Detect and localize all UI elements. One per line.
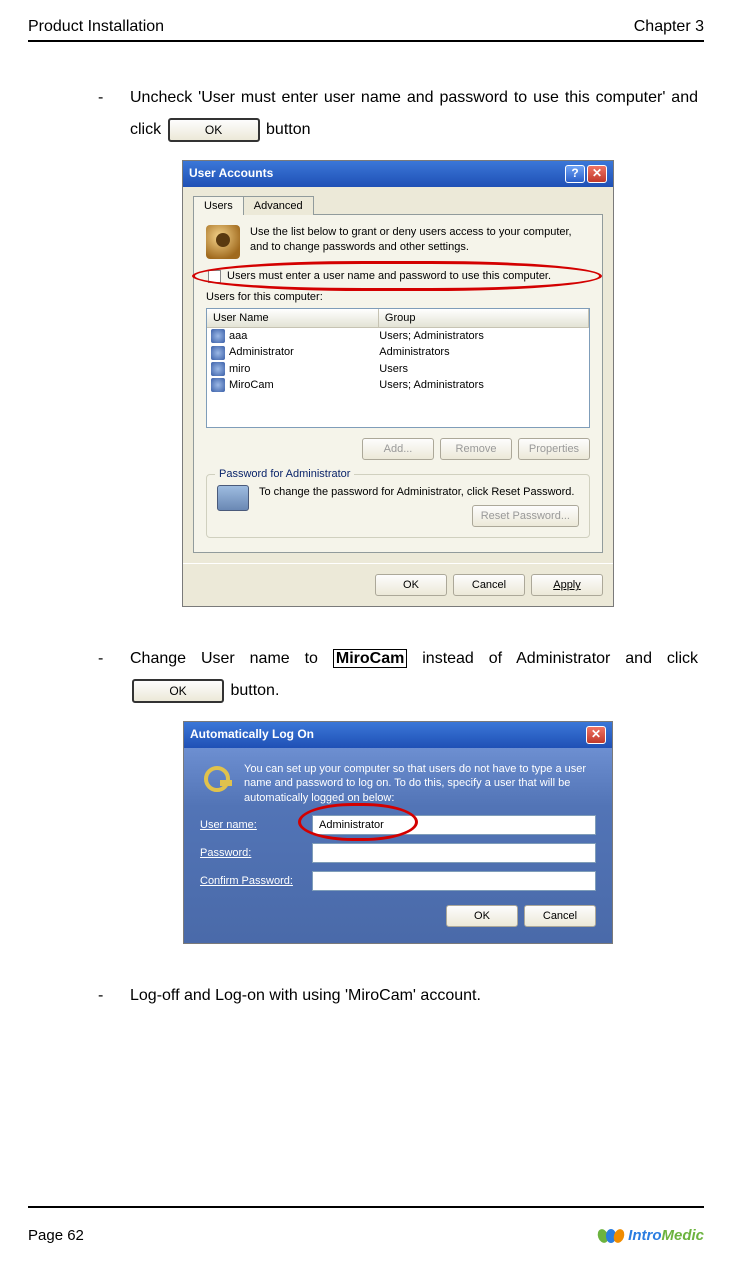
instruction-2-post: button.	[230, 682, 279, 699]
properties-button[interactable]: Properties	[518, 438, 590, 460]
instruction-3-text: Log-off and Log-on with using 'MiroCam' …	[130, 980, 698, 1012]
dialog-title: Automatically Log On	[190, 727, 314, 743]
instruction-2: - Change User name to MiroCam instead of…	[98, 643, 698, 707]
password-input[interactable]	[312, 843, 596, 863]
table-row[interactable]: aaa Users; Administrators	[207, 328, 589, 344]
user-icon	[211, 346, 225, 360]
ok-button[interactable]: OK	[375, 574, 447, 596]
checkbox-label: Users must enter a user name and passwor…	[227, 269, 551, 283]
instruction-2-mid: instead of Administrator and click	[422, 650, 698, 667]
tab-users[interactable]: Users	[193, 196, 244, 215]
instruction-1-post: button	[266, 121, 310, 138]
header-right: Chapter 3	[634, 18, 704, 36]
password-text: To change the password for Administrator…	[259, 485, 579, 499]
computer-icon	[217, 485, 249, 511]
ok-button-inline-1: OK	[168, 118, 260, 142]
key-icon	[200, 762, 234, 796]
list-caption: Users for this computer:	[206, 290, 590, 304]
ok-button[interactable]: OK	[446, 905, 518, 927]
intro-text: Use the list below to grant or deny user…	[250, 225, 590, 259]
confirm-password-input[interactable]	[312, 871, 596, 891]
instruction-1: - Uncheck 'User must enter user name and…	[98, 82, 698, 146]
col-username[interactable]: User Name	[207, 309, 379, 327]
footer-rule	[28, 1206, 704, 1208]
cancel-button[interactable]: Cancel	[524, 905, 596, 927]
tab-advanced[interactable]: Advanced	[243, 196, 314, 215]
header-rule	[28, 40, 704, 42]
close-button[interactable]: ✕	[587, 165, 607, 183]
must-enter-checkbox-row[interactable]: Users must enter a user name and passwor…	[206, 269, 590, 283]
auto-logon-dialog: Automatically Log On ✕ You can set up yo…	[183, 721, 613, 944]
ok-button-inline-2: OK	[132, 679, 224, 703]
apply-button[interactable]: Apply	[531, 574, 603, 596]
username-input[interactable]: Administrator	[312, 815, 596, 835]
remove-button[interactable]: Remove	[440, 438, 512, 460]
dialog-titlebar: Automatically Log On ✕	[184, 722, 612, 748]
help-button[interactable]: ?	[565, 165, 585, 183]
col-group[interactable]: Group	[379, 309, 589, 327]
instruction-2-pre: Change User name to	[130, 650, 333, 667]
user-icon	[211, 329, 225, 343]
user-accounts-dialog: User Accounts ? ✕ Users Advanced Use	[182, 160, 614, 607]
confirm-password-label: Confirm Password:	[200, 874, 312, 888]
dialog-title: User Accounts	[189, 166, 273, 182]
password-legend: Password for Administrator	[215, 467, 354, 481]
password-label: Password:	[200, 846, 312, 860]
auto-logon-intro: You can set up your computer so that use…	[244, 762, 596, 805]
close-button[interactable]: ✕	[586, 726, 606, 744]
user-icon	[211, 378, 225, 392]
checkbox[interactable]	[208, 270, 221, 283]
dialog-titlebar: User Accounts ? ✕	[183, 161, 613, 187]
table-row[interactable]: Administrator Administrators	[207, 344, 589, 360]
username-label: User name:	[200, 818, 312, 832]
mirocam-box: MiroCam	[333, 649, 407, 668]
cancel-button[interactable]: Cancel	[453, 574, 525, 596]
page-number: Page 62	[28, 1227, 84, 1244]
reset-password-button[interactable]: Reset Password...	[472, 505, 579, 527]
table-row[interactable]: MiroCam Users; Administrators	[207, 377, 589, 393]
intromedic-logo: IntroMedic	[598, 1227, 704, 1244]
instruction-3: - Log-off and Log-on with using 'MiroCam…	[98, 980, 698, 1012]
users-icon	[206, 225, 240, 259]
user-icon	[211, 362, 225, 376]
header-left: Product Installation	[28, 18, 164, 36]
password-groupbox: Password for Administrator To change the…	[206, 474, 590, 538]
users-listbox[interactable]: User Name Group aaa Users; Administrator…	[206, 308, 590, 428]
add-button[interactable]: Add...	[362, 438, 434, 460]
table-row[interactable]: miro Users	[207, 361, 589, 377]
